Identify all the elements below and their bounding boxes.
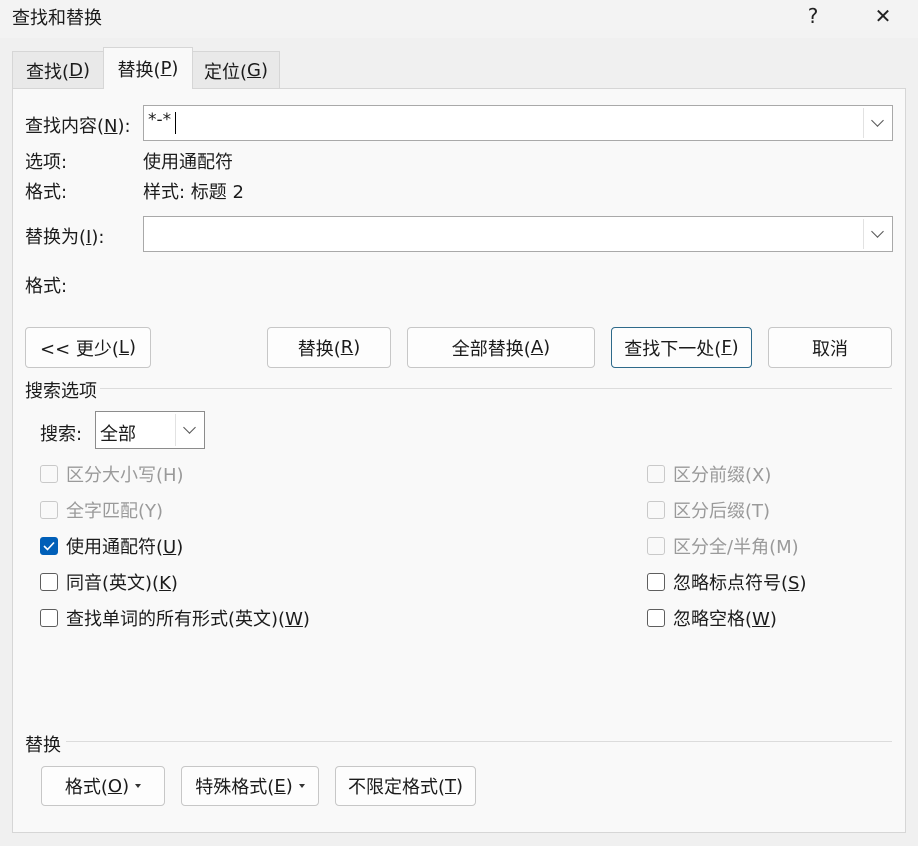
ignore-punctuation-checkbox[interactable] (647, 573, 665, 591)
tab-goto[interactable]: 定位(G) (192, 51, 280, 89)
match-width-checkbox[interactable] (647, 537, 665, 555)
tab-find[interactable]: 查找(D) (12, 51, 104, 89)
dropdown-arrow-icon (298, 784, 305, 788)
format-button[interactable]: 格式(O) (41, 766, 165, 806)
find-format-label: 格式: (25, 182, 68, 203)
search-scope-value: 全部 (100, 424, 136, 445)
sounds-like-checkbox[interactable] (40, 573, 58, 591)
match-case-checkbox[interactable] (40, 465, 58, 483)
help-icon: ? (807, 4, 819, 28)
less-button[interactable]: << 更少(L) (25, 327, 151, 368)
no-formatting-button[interactable]: 不限定格式(T) (335, 766, 476, 806)
match-prefix-option[interactable]: 区分前缀(X) (647, 461, 771, 487)
tab-replace[interactable]: 替换(P) (103, 47, 193, 89)
wildcards-option[interactable]: 使用通配符(U) (40, 533, 183, 559)
help-button[interactable]: ? (790, 0, 836, 32)
replace-dropdown-button[interactable] (863, 219, 890, 249)
match-suffix-option[interactable]: 区分后缀(T) (647, 497, 770, 523)
find-input[interactable]: *-* (143, 105, 893, 141)
title-bar (0, 0, 918, 38)
search-scope-dropdown-button[interactable] (175, 414, 202, 446)
match-prefix-checkbox[interactable] (647, 465, 665, 483)
replace-label: 替换为(I): (25, 227, 105, 248)
find-format-value: 样式: 标题 2 (143, 182, 244, 203)
divider (100, 388, 892, 389)
whole-word-checkbox[interactable] (40, 501, 58, 519)
all-word-forms-checkbox[interactable] (40, 609, 58, 627)
match-width-option[interactable]: 区分全/半角(M) (647, 533, 799, 559)
close-button[interactable]: ✕ (860, 0, 906, 32)
close-icon: ✕ (874, 4, 892, 28)
all-word-forms-option[interactable]: 查找单词的所有形式(英文)(W) (40, 605, 310, 631)
divider (66, 741, 892, 742)
search-scope-label: 搜索: (40, 424, 83, 445)
find-next-button[interactable]: 查找下一处(F) (611, 327, 752, 368)
chevron-down-icon (182, 421, 196, 434)
match-case-option[interactable]: 区分大小写(H) (40, 461, 184, 487)
find-dropdown-button[interactable] (863, 108, 890, 138)
search-scope-select[interactable]: 全部 (95, 411, 205, 449)
replace-section-title: 替换 (25, 735, 61, 756)
ignore-punctuation-option[interactable]: 忽略标点符号(S) (647, 569, 807, 595)
cancel-button[interactable]: 取消 (768, 327, 892, 368)
replace-format-label: 格式: (25, 276, 68, 297)
checkmark-icon (43, 541, 55, 551)
ignore-whitespace-option[interactable]: 忽略空格(W) (647, 605, 777, 631)
whole-word-option[interactable]: 全字匹配(Y) (40, 497, 163, 523)
wildcards-checkbox[interactable] (40, 537, 58, 555)
chevron-down-icon (870, 225, 884, 238)
search-options-title: 搜索选项 (25, 381, 97, 402)
find-label: 查找内容(N): (25, 116, 131, 137)
window-title: 查找和替换 (12, 8, 102, 29)
sounds-like-option[interactable]: 同音(英文)(K) (40, 569, 178, 595)
options-label: 选项: (25, 152, 68, 173)
match-suffix-checkbox[interactable] (647, 501, 665, 519)
text-cursor (175, 112, 176, 134)
replace-button[interactable]: 替换(R) (267, 327, 391, 368)
replace-input[interactable] (143, 216, 893, 252)
chevron-down-icon (870, 114, 884, 127)
ignore-whitespace-checkbox[interactable] (647, 609, 665, 627)
replace-all-button[interactable]: 全部替换(A) (407, 327, 595, 368)
dropdown-arrow-icon (135, 784, 142, 788)
find-input-value: *-* (148, 110, 172, 130)
options-value: 使用通配符 (143, 152, 233, 173)
special-button[interactable]: 特殊格式(E) (181, 766, 319, 806)
